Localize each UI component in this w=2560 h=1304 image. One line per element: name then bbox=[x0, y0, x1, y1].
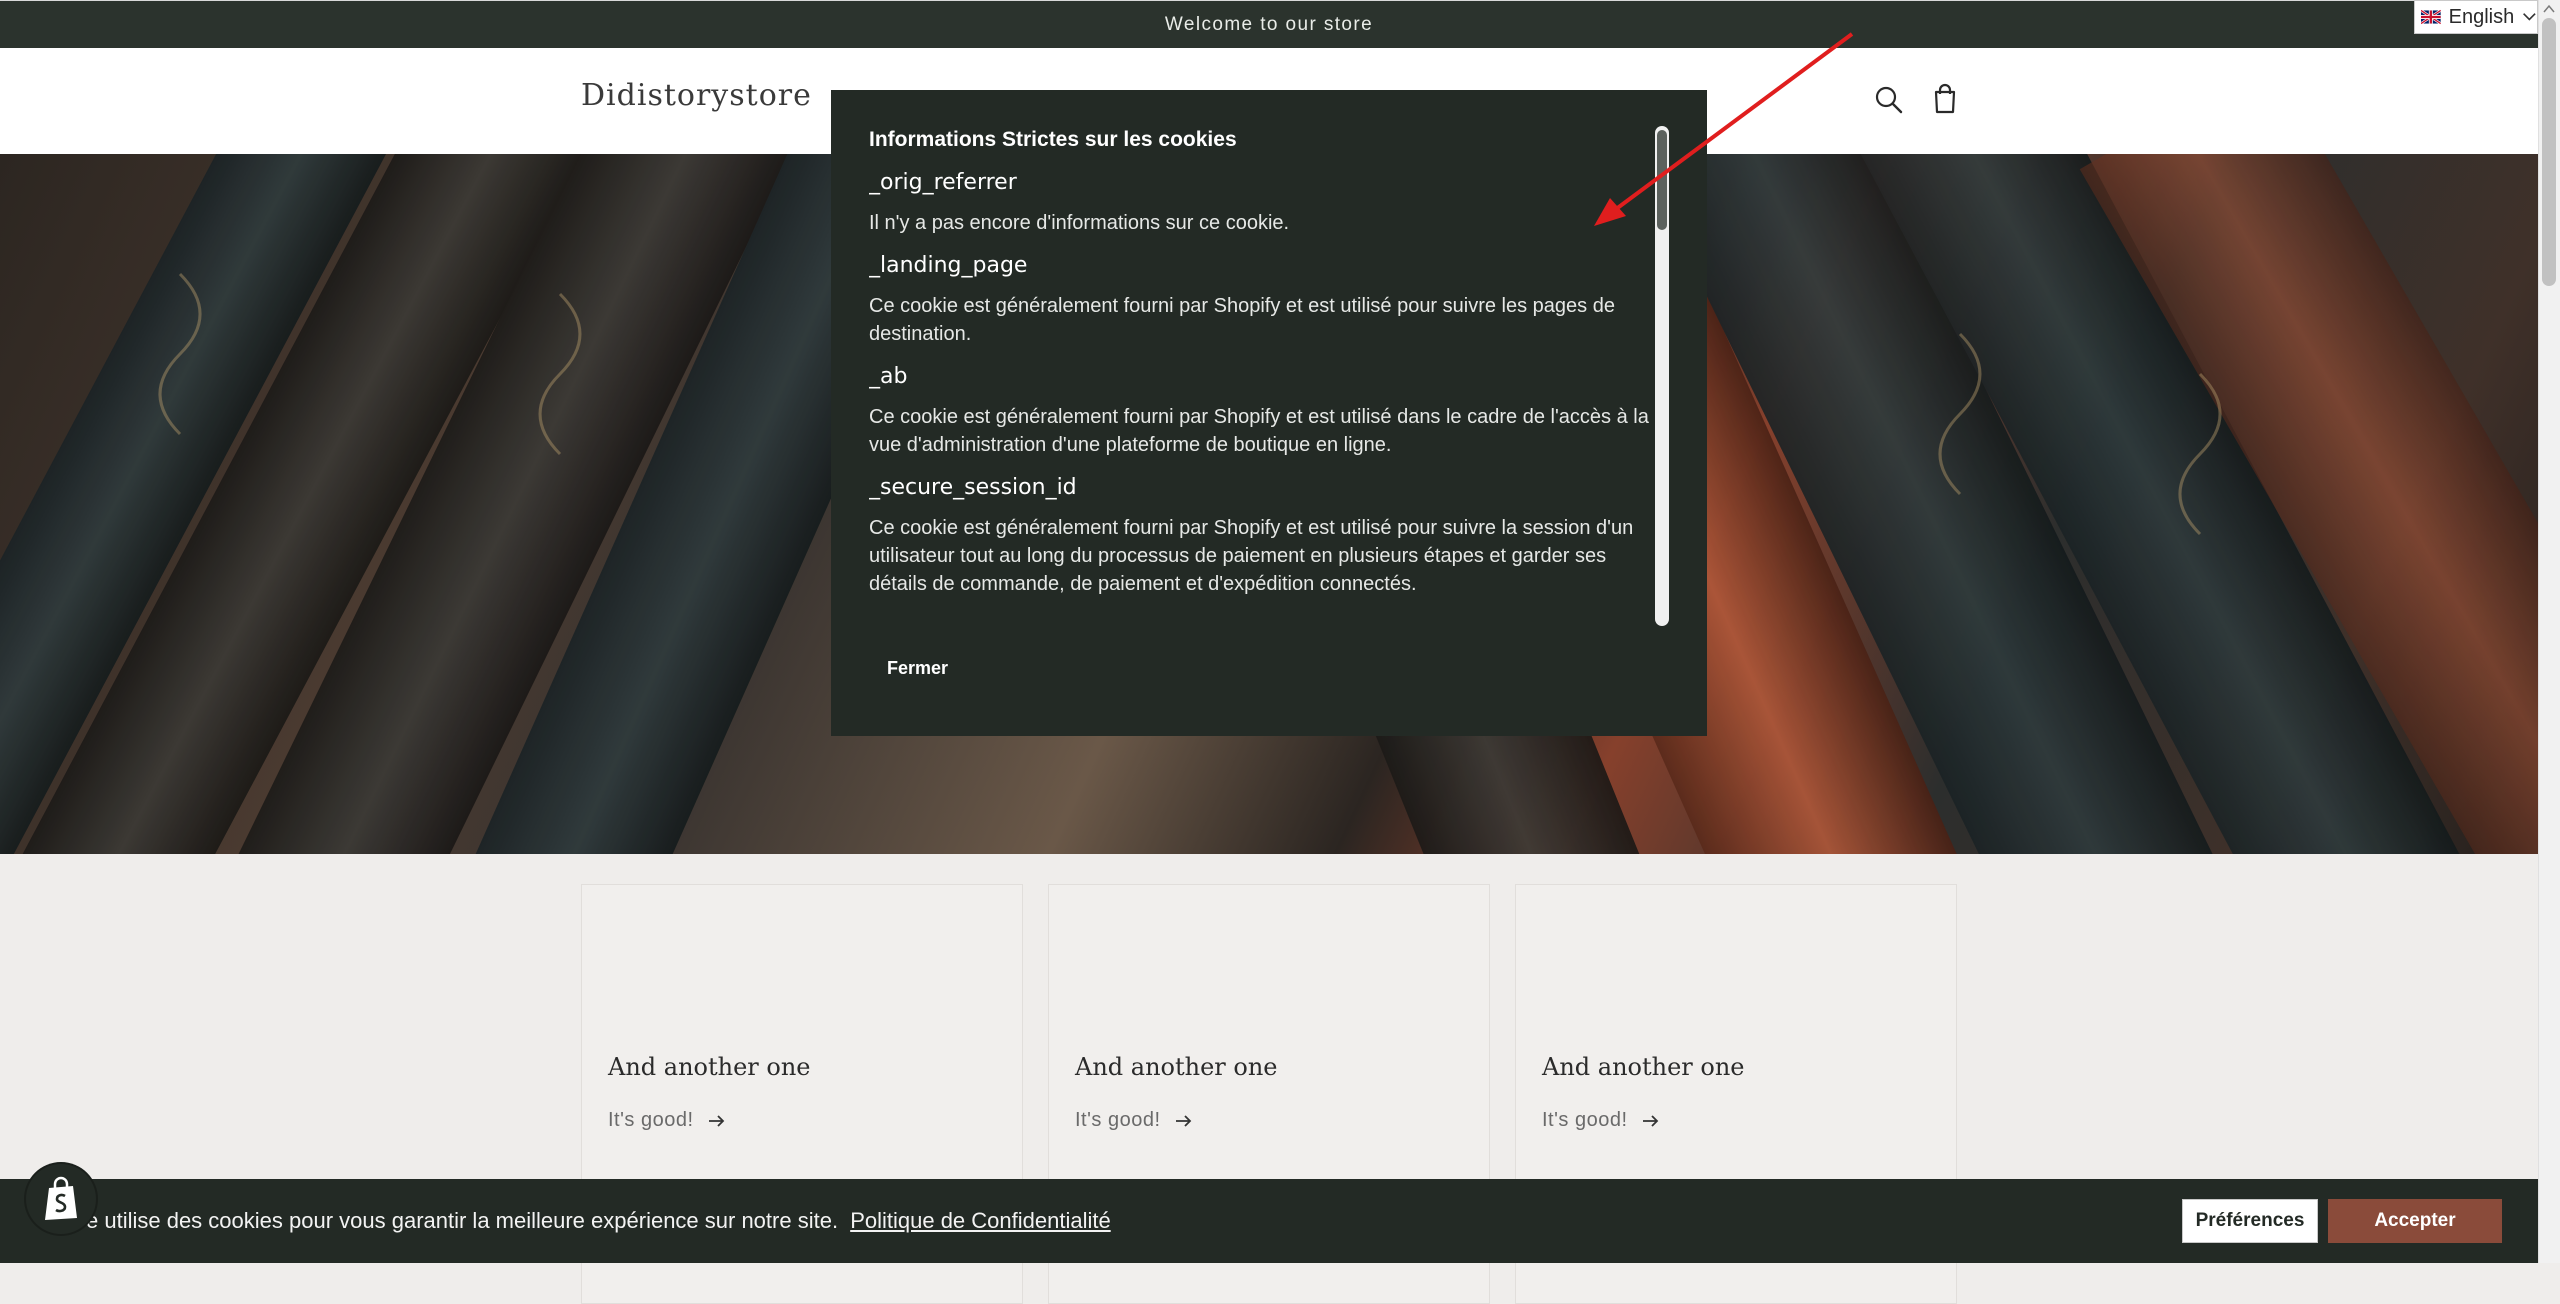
card-link[interactable]: It's good! bbox=[1542, 1109, 1660, 1132]
chevron-down-icon bbox=[2523, 13, 2536, 21]
cookie-description: Il n'y a pas encore d'informations sur c… bbox=[869, 212, 1290, 234]
cookie-list[interactable]: _orig_referrer Il n'y a pas encore d'inf… bbox=[869, 170, 1657, 618]
card-title: And another one bbox=[608, 1053, 811, 1081]
cookie-description: Ce cookie est généralement fourni par Sh… bbox=[869, 517, 1634, 595]
card-title: And another one bbox=[1075, 1053, 1278, 1081]
cookie-description: Ce cookie est généralement fourni par Sh… bbox=[869, 406, 1649, 456]
cart-icon[interactable] bbox=[1928, 82, 1962, 116]
search-icon[interactable] bbox=[1873, 84, 1905, 116]
modal-scrollbar-thumb[interactable] bbox=[1657, 130, 1667, 230]
card-link[interactable]: It's good! bbox=[608, 1109, 726, 1132]
language-selector[interactable]: English bbox=[2414, 0, 2538, 34]
modal-title: Informations Strictes sur les cookies bbox=[869, 128, 1237, 151]
uk-flag-icon bbox=[2421, 9, 2441, 25]
announcement-text: Welcome to our store bbox=[1164, 14, 1374, 35]
cookie-name: _ab bbox=[869, 364, 908, 389]
privacy-policy-link[interactable]: Politique de Confidentialité bbox=[850, 1208, 1111, 1233]
cookie-info-modal: Informations Strictes sur les cookies _o… bbox=[831, 90, 1707, 736]
cookie-bar-message: e utilise des cookies pour vous garantir… bbox=[86, 1208, 839, 1233]
accept-button[interactable]: Accepter bbox=[2328, 1199, 2502, 1243]
cookie-name: _landing_page bbox=[869, 253, 1028, 278]
close-button[interactable]: Fermer bbox=[869, 648, 969, 688]
cookie-name: _orig_referrer bbox=[869, 170, 1017, 195]
language-label: English bbox=[2448, 5, 2515, 28]
arrow-right-icon bbox=[708, 1114, 724, 1127]
cookie-name: _secure_session_id bbox=[869, 475, 1077, 500]
page-scrollbar-thumb[interactable] bbox=[2542, 18, 2556, 286]
card-link-label: It's good! bbox=[1542, 1109, 1628, 1131]
card-link[interactable]: It's good! bbox=[1075, 1109, 1193, 1132]
shopify-badge[interactable] bbox=[26, 1164, 96, 1234]
cookie-bar-text: e utilise des cookies pour vous garantir… bbox=[86, 1208, 1111, 1234]
announcement-bar: Welcome to our store bbox=[0, 0, 2538, 49]
arrow-right-icon bbox=[1175, 1114, 1191, 1127]
cookie-description: Ce cookie est généralement fourni par Sh… bbox=[869, 295, 1615, 345]
card-link-label: It's good! bbox=[608, 1109, 694, 1131]
preferences-button[interactable]: Préférences bbox=[2182, 1199, 2318, 1243]
cookie-consent-bar: e utilise des cookies pour vous garantir… bbox=[0, 1179, 2538, 1263]
scrollbar-up-arrow-icon[interactable] bbox=[2538, 0, 2560, 18]
card-title: And another one bbox=[1542, 1053, 1745, 1081]
store-logo[interactable]: Didistorystore bbox=[581, 78, 812, 113]
arrow-right-icon bbox=[1642, 1114, 1658, 1127]
shopify-bag-icon bbox=[45, 1176, 77, 1220]
card-link-label: It's good! bbox=[1075, 1109, 1161, 1131]
